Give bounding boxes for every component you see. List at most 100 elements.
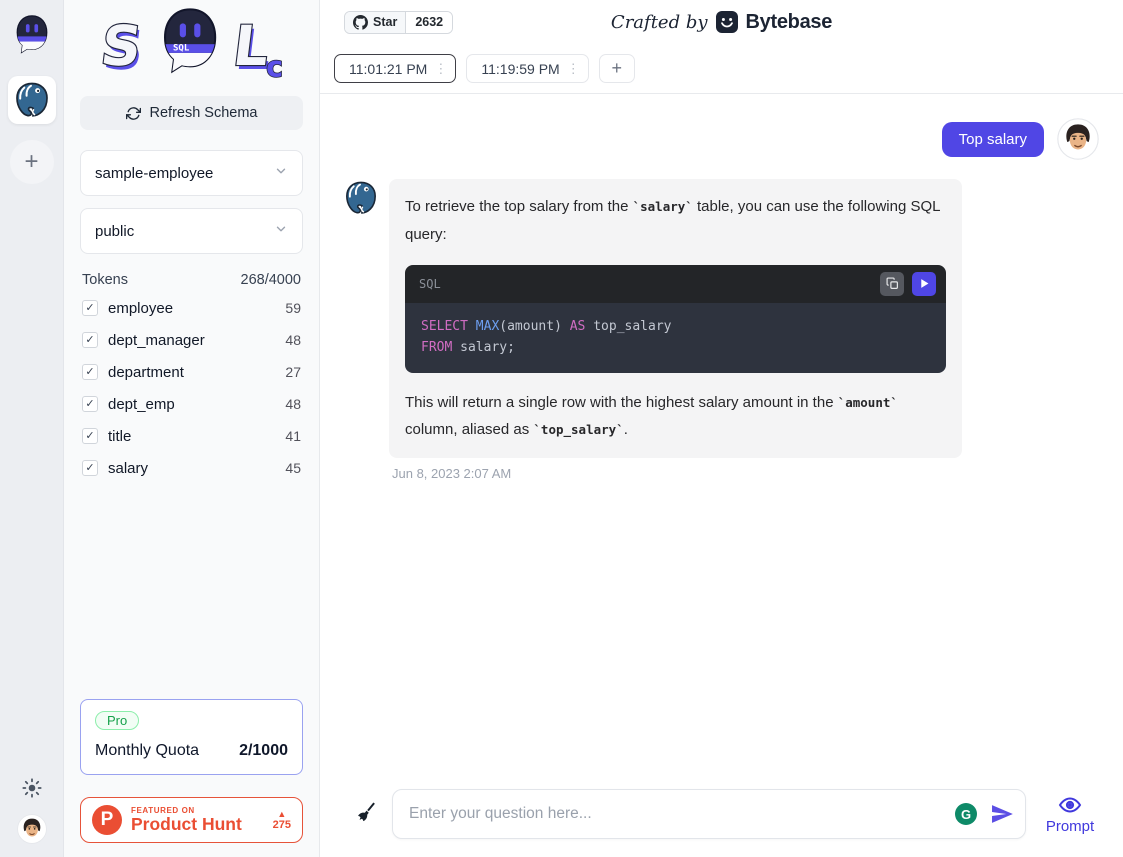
postgres-icon [14,82,50,118]
tokens-value: 268/4000 [241,272,301,288]
question-input-wrap: G [392,789,1026,839]
message-timestamp: Jun 8, 2023 2:07 AM [392,466,962,481]
database-select[interactable]: sample-employee [80,150,303,196]
table-row[interactable]: ✓dept_manager48 [80,324,303,356]
chevron-down-icon [274,164,288,182]
tokens-label: Tokens [82,272,128,288]
new-conversation-button[interactable]: + [599,54,635,83]
product-hunt-badge[interactable]: P FEATURED ON Product Hunt ▲ 275 [80,797,303,843]
conversation-tabs: 11:01:21 PM ⋮ 11:19:59 PM ⋮ + [334,54,1109,93]
table-checkbox[interactable]: ✓ [82,428,98,444]
refresh-schema-label: Refresh Schema [150,105,258,121]
table-checkbox[interactable]: ✓ [82,332,98,348]
product-hunt-name: Product Hunt [131,815,242,833]
conversation-tab[interactable]: 11:19:59 PM ⋮ [466,54,588,83]
code-line: FROM salary; [421,337,930,358]
inline-code: `amount` [838,395,898,410]
user-message-row: Top salary [344,118,1099,160]
table-row[interactable]: ✓ title 41 [80,420,303,452]
quota-label: Monthly Quota [95,742,199,760]
refresh-icon [126,106,141,121]
upvote-count: ▲ 275 [273,810,291,831]
crafted-by: Crafted by Bytebase [334,10,1109,34]
bytebase-logo-icon [715,10,739,34]
tab-label: 11:19:59 PM [481,61,559,77]
logo-band-text: SQL [172,44,189,54]
refresh-schema-button[interactable]: Refresh Schema [80,96,303,130]
sqlchat-logo: S S SQL L L c [80,4,303,86]
plus-icon: + [24,148,38,176]
product-hunt-logo-icon: P [92,805,122,835]
table-row[interactable]: ✓ department 27 [80,356,303,388]
table-name: salary [108,460,275,477]
play-icon [919,278,930,289]
user-avatar-button[interactable] [17,814,47,847]
send-button[interactable] [989,801,1015,827]
table-token-count: 59 [285,300,301,316]
add-connection-button[interactable]: + [10,140,54,184]
sidebar: S S SQL L L c Refresh Schema sample-empl… [64,0,320,857]
table-name: title [108,428,275,445]
code-editor[interactable]: SELECT MAX(amount) AS top_salaryFROM sal… [405,303,946,373]
table-token-count: 45 [285,460,301,476]
tokens-row: Tokens 268/4000 [82,272,301,288]
prompt-label: Prompt [1046,818,1094,835]
table-checkbox[interactable]: ✓ [82,300,98,316]
code-block-header: SQL [405,265,946,303]
conversation-tab[interactable]: 11:01:21 PM ⋮ [334,54,456,83]
prompt-button[interactable]: Prompt [1041,793,1099,835]
tab-menu-icon[interactable]: ⋮ [434,61,447,77]
bytebase-brand-name: Bytebase [746,11,833,34]
clear-conversation-button[interactable] [354,801,377,827]
plus-icon: + [611,58,622,79]
table-list: ✓employee59✓dept_manager48✓department27✓… [80,292,303,484]
chevron-down-icon [274,222,288,240]
theme-toggle-button[interactable] [21,777,43,802]
assistant-message-card: To retrieve the top salary from the `sal… [389,179,962,458]
broom-icon [354,801,377,824]
tab-menu-icon[interactable]: ⋮ [567,61,580,77]
schema-select[interactable]: public [80,208,303,254]
table-checkbox[interactable]: ✓ [82,396,98,412]
sql-code-block: SQL [405,265,946,373]
copy-code-button[interactable] [880,272,904,296]
grammarly-icon[interactable]: G [955,803,977,825]
assistant-message-row: To retrieve the top salary from the `sal… [344,179,1099,481]
user-avatar [1057,118,1099,160]
sqlchat-bot-icon [14,15,50,55]
table-row[interactable]: ✓ salary 45 [80,452,303,484]
user-avatar-icon [17,814,47,844]
table-token-count: 27 [285,364,301,380]
table-checkbox[interactable]: ✓ [82,460,98,476]
svg-text:c: c [266,50,283,83]
user-message-bubble: Top salary [942,122,1044,157]
sun-icon [21,777,43,799]
sqlchat-bot-avatar[interactable] [11,12,53,58]
pro-badge: Pro [95,711,139,730]
eye-icon [1058,793,1082,817]
table-checkbox[interactable]: ✓ [82,364,98,380]
table-name: employee [108,300,275,317]
table-row[interactable]: ✓ employee 59 [80,292,303,324]
tab-label: 11:01:21 PM [349,61,427,77]
svg-text:S: S [97,15,145,79]
postgres-avatar [344,181,378,215]
chat-main: Star 2632 Crafted by Bytebase 11:01:21 P… [320,0,1123,857]
quota-value: 2/1000 [239,742,288,760]
table-name: department [108,364,275,381]
run-code-button[interactable] [912,272,936,296]
table-token-count: 41 [285,428,301,444]
table-token-count: 48 [285,396,301,412]
question-input[interactable] [409,805,955,823]
table-row[interactable]: ✓dept_emp48 [80,388,303,420]
quota-card: Pro Monthly Quota 2/1000 [80,699,303,775]
chat-area: Top salary To retrieve the top salary fr… [320,94,1123,775]
table-name: dept_manager [108,332,275,349]
assistant-paragraph: This will return a single row with the h… [405,389,946,445]
send-icon [989,801,1015,827]
postgres-connection-item[interactable] [8,76,56,124]
assistant-paragraph: To retrieve the top salary from the `sal… [405,193,946,249]
inline-code: `top_salary` [533,422,623,437]
copy-icon [886,277,899,290]
inline-code: `salary` [633,199,693,214]
